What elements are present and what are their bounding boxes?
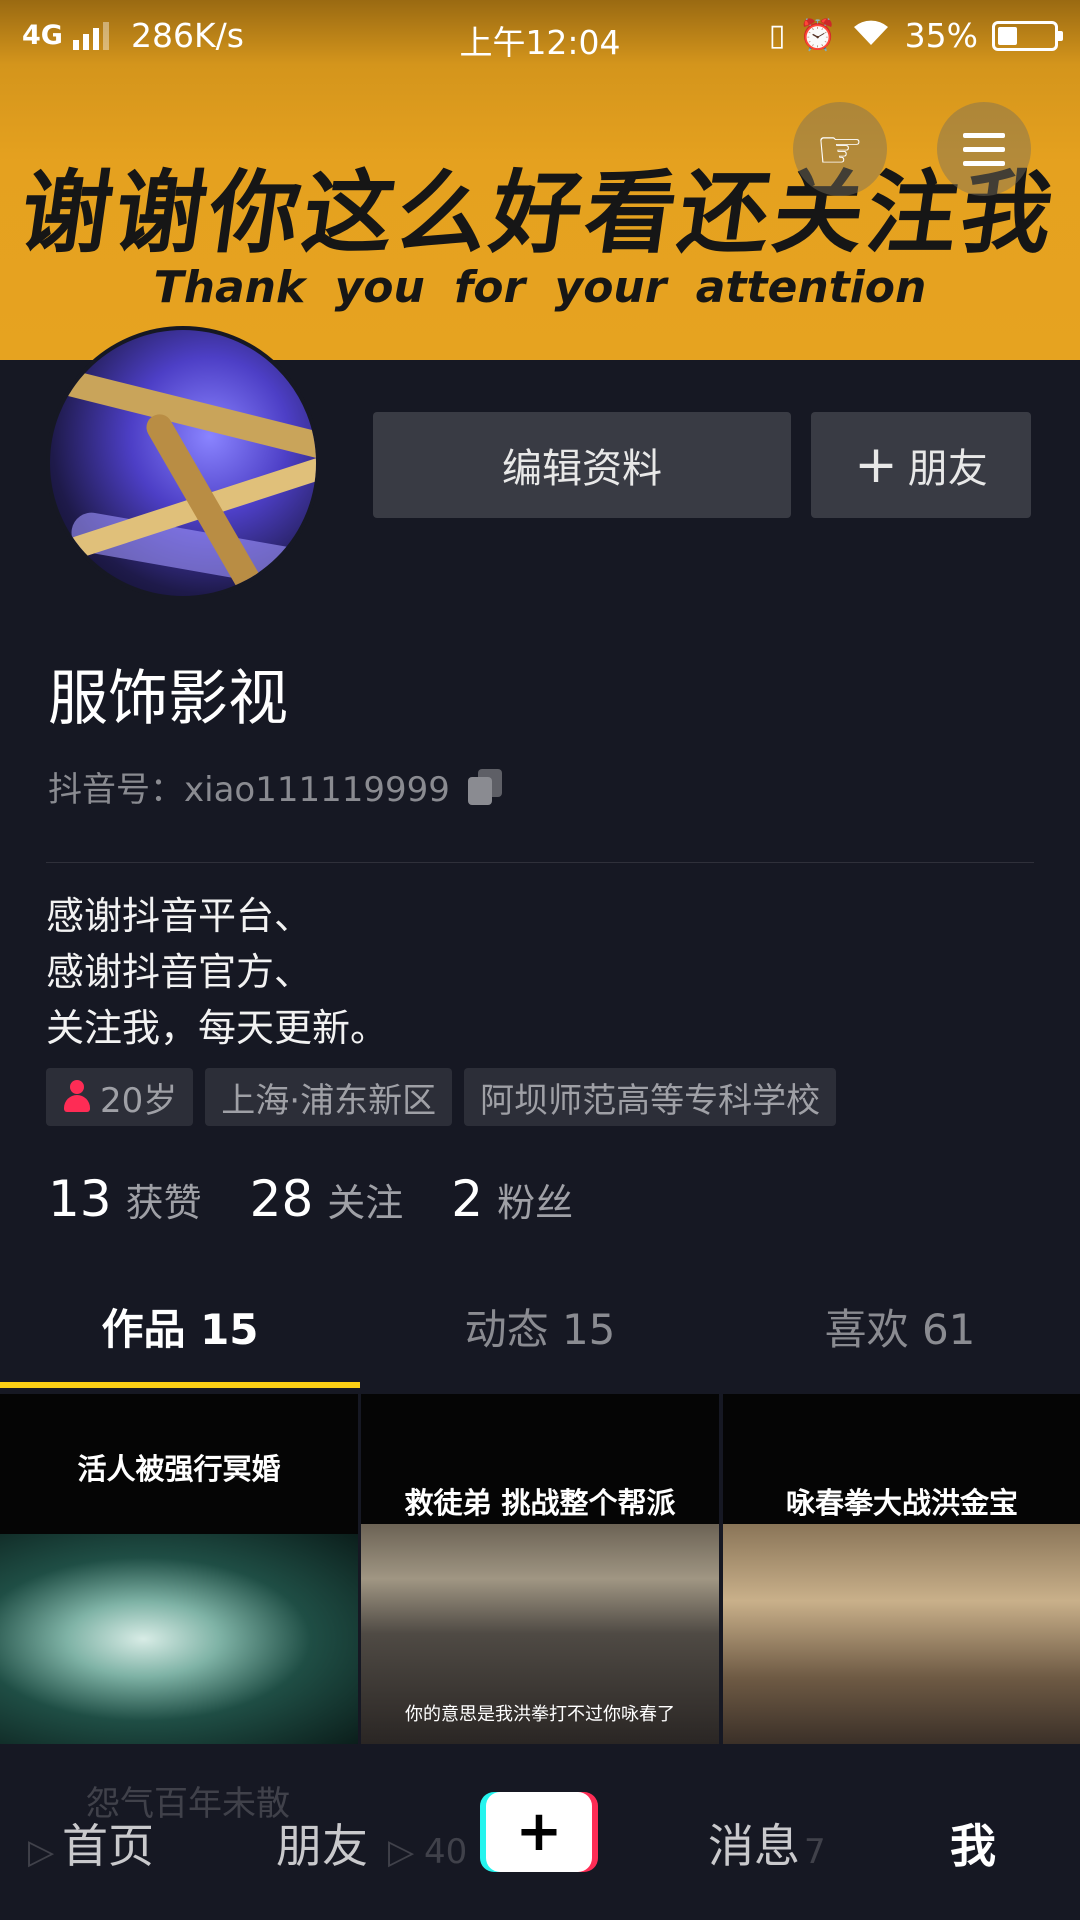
tab-indicator <box>0 1382 360 1388</box>
douyin-id-text: 抖音号：xiao111119999 <box>48 770 450 810</box>
video-title: 咏春拳大战洪金宝 <box>785 1486 1018 1520</box>
video-image <box>723 1524 1080 1744</box>
play-count-icon: ▷ <box>388 1832 415 1872</box>
bottom-nav: 怨气百年未散 ▷ ▷ 40 7 首页 朋友 + 消息 我 <box>0 1748 1080 1920</box>
nav-friends[interactable]: 朋友 <box>276 1810 368 1876</box>
video-title: 救徒弟 挑战整个帮派 <box>404 1486 676 1520</box>
create-button[interactable]: + <box>480 1792 598 1872</box>
person-icon <box>62 1080 92 1114</box>
play-count-icon: ▷ <box>28 1832 55 1872</box>
battery-icon <box>992 20 1063 51</box>
profile-tags: 20岁 上海·浦东新区 阿坝师范高等专科学校 <box>46 1068 837 1126</box>
menu-icon[interactable] <box>937 102 1031 196</box>
video-subtitle: 你的意思是我洪拳打不过你咏春了 <box>405 1704 675 1725</box>
profile-stats: 13 获赞 28 关注 2 粉丝 <box>48 1170 621 1228</box>
tab-activity[interactable]: 动态 15 <box>360 1290 720 1386</box>
play-count: 7 <box>804 1832 826 1872</box>
nav-messages[interactable]: 消息 <box>708 1810 800 1876</box>
banner-subtitle: Thank you for your attention <box>153 262 927 313</box>
nav-me[interactable]: 我 <box>950 1810 996 1876</box>
banner-title: 谢谢你这么好看还关注我 <box>14 161 1064 266</box>
bio: 感谢抖音平台、 感谢抖音官方、 关注我，每天更新。 <box>46 888 388 1056</box>
followers-label: 粉丝 <box>497 1181 574 1225</box>
location-tag: 上海·浦东新区 <box>205 1068 453 1126</box>
hand-pointing-icon[interactable]: ☞ <box>793 102 887 196</box>
likes-label: 获赞 <box>125 1181 202 1225</box>
create-plus-icon: + <box>515 1799 563 1864</box>
divider <box>46 862 1034 863</box>
likes-stat[interactable]: 13 获赞 <box>48 1170 202 1228</box>
bio-line: 关注我，每天更新。 <box>46 1006 389 1050</box>
video-thumbnail[interactable]: 咏春拳大战洪金宝 <box>723 1394 1080 1744</box>
douyin-id: 抖音号：xiao111119999 <box>48 762 502 811</box>
alarm-icon: ⏰ <box>799 18 837 53</box>
edit-profile-button[interactable]: 编辑资料 <box>373 412 791 518</box>
video-image <box>0 1534 358 1744</box>
followers-count: 2 <box>451 1170 484 1228</box>
profile-name: 服饰影视 <box>48 664 288 734</box>
avatar[interactable] <box>46 326 320 600</box>
age-text: 20岁 <box>100 1080 178 1121</box>
tab-works[interactable]: 作品 15 <box>0 1290 360 1386</box>
add-friend-label: 朋友 <box>907 446 988 492</box>
followers-stat[interactable]: 2 粉丝 <box>451 1170 573 1228</box>
video-thumbnail[interactable]: 活人被强行冥婚 <box>0 1394 358 1744</box>
bio-line: 感谢抖音平台、 <box>46 894 313 938</box>
following-label: 关注 <box>327 1181 404 1225</box>
play-count: 40 <box>424 1832 468 1872</box>
likes-count: 13 <box>48 1170 112 1228</box>
bio-line: 感谢抖音官方、 <box>46 950 313 994</box>
plus-icon: + <box>854 435 898 495</box>
age-tag: 20岁 <box>46 1068 194 1126</box>
wifi-icon <box>851 16 891 55</box>
status-bar: 4G 286K/s 上午12:04 ▯ ⏰ 35% <box>0 0 1080 72</box>
add-friend-button[interactable]: + 朋友 <box>811 412 1031 518</box>
battery-percent: 35% <box>904 16 978 55</box>
video-thumbnail[interactable]: 救徒弟 挑战整个帮派 你的意思是我洪拳打不过你咏春了 <box>361 1394 719 1744</box>
copy-icon[interactable] <box>467 768 502 805</box>
nav-home[interactable]: 首页 <box>62 1810 154 1876</box>
tab-likes[interactable]: 喜欢 61 <box>720 1290 1080 1386</box>
vibrate-icon: ▯ <box>768 18 786 53</box>
status-right: ▯ ⏰ 35% <box>768 16 1063 55</box>
video-title: 活人被强行冥婚 <box>77 1452 281 1486</box>
following-count: 28 <box>249 1170 314 1228</box>
content-tabs: 作品 15 动态 15 喜欢 61 <box>0 1290 1080 1386</box>
school-tag: 阿坝师范高等专科学校 <box>464 1068 837 1126</box>
following-stat[interactable]: 28 关注 <box>250 1170 404 1228</box>
